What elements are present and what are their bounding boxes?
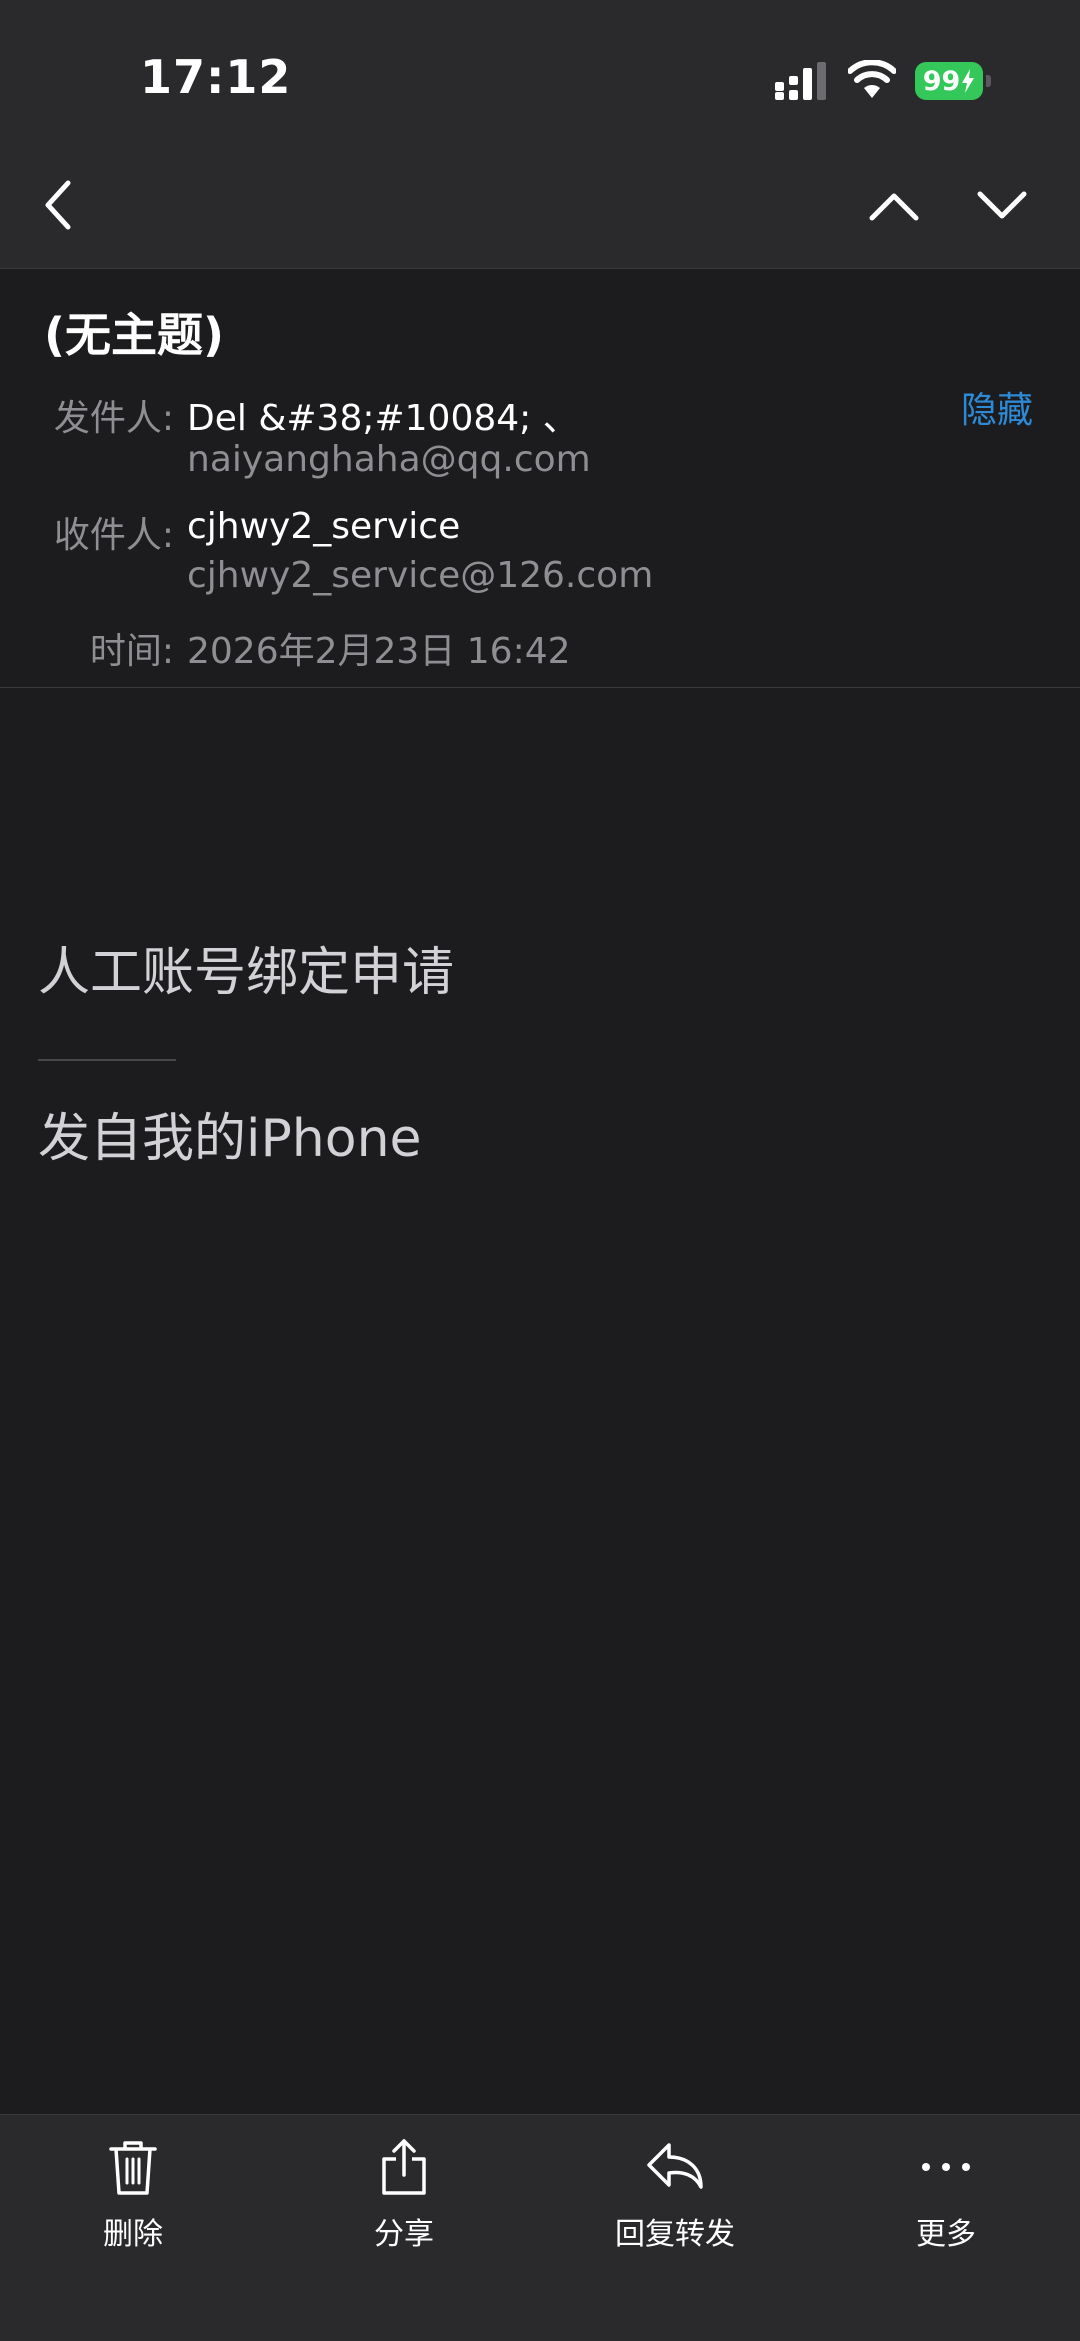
from-label: 发件人: (53, 398, 174, 439)
share-button[interactable]: 分享 (304, 2137, 504, 2267)
top-bar: 17:12 99 (0, 0, 1080, 269)
email-detail-screen: 17:12 99 (无主题) 发件人: Del &#38;#10084; 、 n… (0, 0, 1080, 2341)
hide-details-link[interactable]: 隐藏 (961, 381, 1033, 433)
to-email[interactable]: cjhwy2_service@126.com (187, 555, 653, 596)
share-label: 分享 (374, 2217, 434, 2252)
more-button[interactable]: 更多 (846, 2137, 1046, 2267)
battery-percent: 99 (922, 65, 961, 97)
time-label: 时间: (89, 631, 174, 672)
status-time: 17:12 (140, 50, 292, 104)
delete-button[interactable]: 删除 (33, 2137, 233, 2267)
from-email[interactable]: naiyanghaha@qq.com (187, 439, 591, 480)
more-label: 更多 (916, 2217, 976, 2252)
email-signature: 发自我的iPhone (38, 1109, 422, 1169)
delete-label: 删除 (103, 2217, 163, 2252)
reply-forward-button[interactable]: 回复转发 (575, 2137, 775, 2267)
wifi-icon (848, 60, 896, 98)
battery-tip (986, 75, 991, 87)
to-label: 收件人: (53, 515, 174, 556)
to-name[interactable]: cjhwy2_service (187, 506, 460, 547)
chevron-down-icon[interactable] (974, 182, 1030, 228)
battery-level: 99 (915, 62, 983, 100)
email-header: (无主题) 发件人: Del &#38;#10084; 、 naiyanghah… (0, 269, 1080, 688)
battery-charging-icon: 99 (915, 62, 991, 100)
time-value: 2026年2月23日 16:42 (187, 631, 571, 672)
email-subject: (无主题) (44, 308, 225, 362)
signature-divider (38, 1059, 176, 1061)
from-name[interactable]: Del &#38;#10084; 、 (187, 389, 579, 441)
chevron-left-icon[interactable] (36, 175, 80, 235)
signal-icon (775, 62, 826, 100)
more-icon (922, 2163, 970, 2171)
chevron-up-icon[interactable] (866, 182, 922, 228)
email-body-text: 人工账号绑定申请 (38, 943, 455, 1003)
reply-forward-label: 回复转发 (615, 2217, 735, 2252)
reply-icon (647, 2143, 703, 2189)
bolt-icon (962, 69, 975, 93)
bottom-toolbar: 删除 分享 回复转发 更多 (0, 2114, 1080, 2341)
share-icon (382, 2139, 426, 2195)
trash-icon (109, 2141, 157, 2195)
